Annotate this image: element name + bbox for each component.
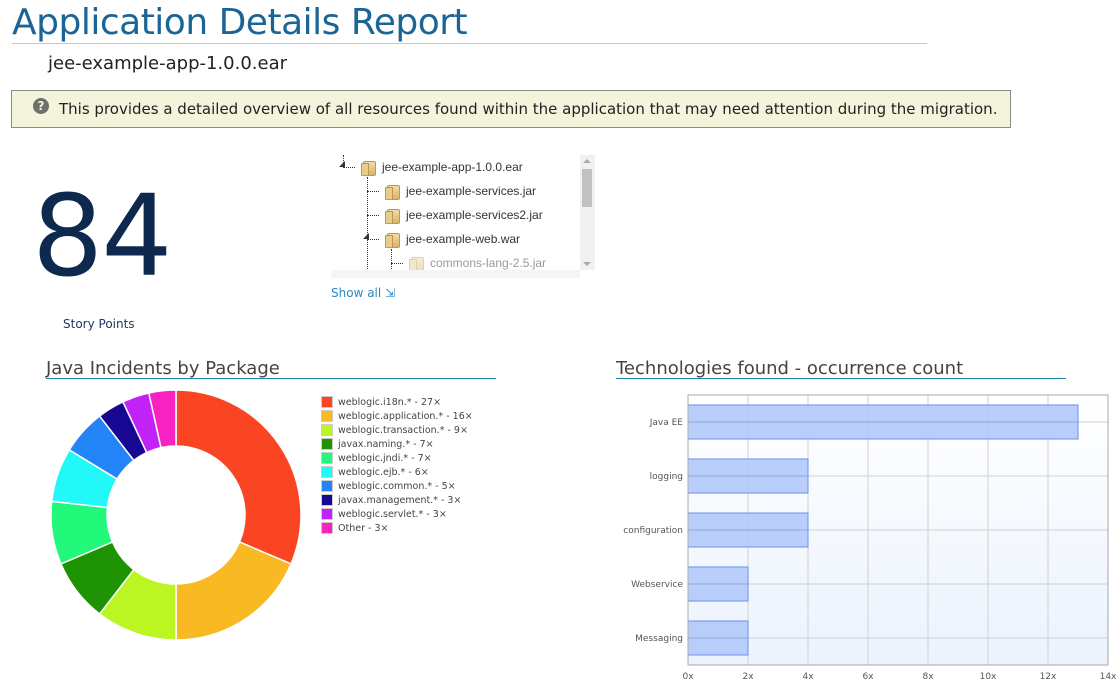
tree-item[interactable]: jee-example-app-1.0.0.ear	[361, 157, 523, 177]
legend-swatch	[321, 410, 333, 422]
story-points-label: Story Points	[63, 317, 135, 331]
legend-label: Other - 3×	[338, 522, 389, 534]
x-tick-label: 12x	[1040, 672, 1057, 682]
legend-swatch	[321, 522, 333, 534]
pie-legend: weblogic.i18n.* - 27× weblogic.applicati…	[321, 395, 473, 535]
tree-item[interactable]: jee-example-services2.jar	[385, 205, 543, 225]
legend-label: weblogic.transaction.* - 9×	[338, 424, 468, 436]
x-tick-label: 14x	[1100, 672, 1117, 682]
legend-item: Other - 3×	[321, 521, 473, 535]
tree-connector	[367, 215, 379, 216]
x-tick-label: 8x	[922, 672, 934, 682]
legend-item: weblogic.jndi.* - 7×	[321, 451, 473, 465]
scroll-down-arrow-icon[interactable]	[583, 262, 591, 266]
info-banner: ? This provides a detailed overview of a…	[11, 90, 1011, 128]
tree-item-label: jee-example-web.war	[406, 232, 521, 246]
archive-folder-icon	[385, 232, 400, 248]
legend-item: weblogic.transaction.* - 9×	[321, 423, 473, 437]
legend-item: weblogic.common.* - 5×	[321, 479, 473, 493]
archive-folder-icon	[385, 184, 400, 200]
legend-label: weblogic.i18n.* - 27×	[338, 396, 442, 408]
x-tick-label: 4x	[802, 672, 814, 682]
technologies-bar-chart: 0x 2x 4x 6x 8x 10x 12x 14x Java EE logging configu…	[623, 394, 1117, 682]
legend-item: weblogic.application.* - 16×	[321, 409, 473, 423]
tree-connector	[391, 263, 403, 264]
legend-label: javax.management.* - 3×	[338, 494, 462, 506]
story-points-value: 84	[32, 172, 173, 302]
x-tick-label: 0x	[682, 672, 694, 682]
question-circle-icon: ?	[33, 98, 49, 114]
tree-item[interactable]: jee-example-web.war	[385, 229, 520, 249]
y-category-label: configuration	[623, 526, 683, 536]
application-name: jee-example-app-1.0.0.ear	[48, 53, 288, 74]
tree-connector	[367, 239, 379, 240]
legend-swatch	[321, 508, 333, 520]
scroll-up-arrow-icon[interactable]	[583, 159, 591, 163]
tree-horizontal-scrollbar[interactable]	[331, 270, 580, 278]
legend-item: weblogic.ejb.* - 6×	[321, 465, 473, 479]
x-tick-label: 10x	[980, 672, 997, 682]
collapse-arrow-icon[interactable]	[363, 233, 369, 239]
tree-item-label: commons-lang-2.5.jar	[430, 256, 547, 270]
x-tick-label: 2x	[742, 672, 754, 682]
legend-label: javax.naming.* - 7×	[338, 438, 434, 450]
title-divider	[12, 43, 927, 44]
legend-item: javax.naming.* - 7×	[321, 437, 473, 451]
tree-item[interactable]: jee-example-services.jar	[385, 181, 536, 201]
y-category-label: Webservice	[631, 580, 683, 590]
legend-swatch	[321, 438, 333, 450]
archive-folder-icon	[385, 208, 400, 224]
show-all-link[interactable]: Show all ⇲	[331, 286, 395, 300]
x-tick-label: 6x	[862, 672, 874, 682]
legend-item: weblogic.i18n.* - 27×	[321, 395, 473, 409]
collapse-arrow-icon[interactable]	[339, 161, 345, 167]
section-divider	[616, 378, 1066, 379]
section-divider	[46, 378, 496, 379]
tree-connector	[343, 167, 355, 168]
y-category-label: Java EE	[649, 418, 684, 428]
tree-connector	[367, 177, 368, 277]
legend-label: weblogic.servlet.* - 3×	[338, 508, 447, 520]
y-category-label: Messaging	[635, 634, 683, 644]
archive-folder-icon	[361, 160, 376, 176]
java-incidents-donut-chart	[50, 389, 302, 641]
legend-label: weblogic.jndi.* - 7×	[338, 452, 432, 464]
legend-swatch	[321, 480, 333, 492]
legend-swatch	[321, 452, 333, 464]
legend-swatch	[321, 396, 333, 408]
info-text: This provides a detailed overview of all…	[59, 100, 998, 118]
legend-label: weblogic.common.* - 5×	[338, 480, 456, 492]
legend-label: weblogic.ejb.* - 6×	[338, 466, 429, 478]
legend-swatch	[321, 494, 333, 506]
legend-item: weblogic.servlet.* - 3×	[321, 507, 473, 521]
legend-swatch	[321, 424, 333, 436]
archive-folder-icon	[409, 256, 424, 272]
y-category-label: logging	[650, 472, 683, 482]
tree-connector	[367, 191, 379, 192]
page-title: Application Details Report	[12, 2, 468, 43]
legend-item: javax.management.* - 3×	[321, 493, 473, 507]
legend-swatch	[321, 466, 333, 478]
scrollbar-thumb[interactable]	[582, 169, 592, 207]
archive-tree: jee-example-app-1.0.0.ear jee-example-se…	[331, 155, 596, 277]
tree-item-label: jee-example-services2.jar	[406, 208, 543, 222]
tree-item-label: jee-example-services.jar	[406, 184, 537, 198]
pie-slice	[175, 389, 302, 565]
pie-slice	[175, 541, 293, 641]
tree-item-label: jee-example-app-1.0.0.ear	[382, 160, 523, 174]
legend-label: weblogic.application.* - 16×	[338, 410, 473, 422]
tree-vertical-scrollbar[interactable]	[580, 155, 595, 270]
